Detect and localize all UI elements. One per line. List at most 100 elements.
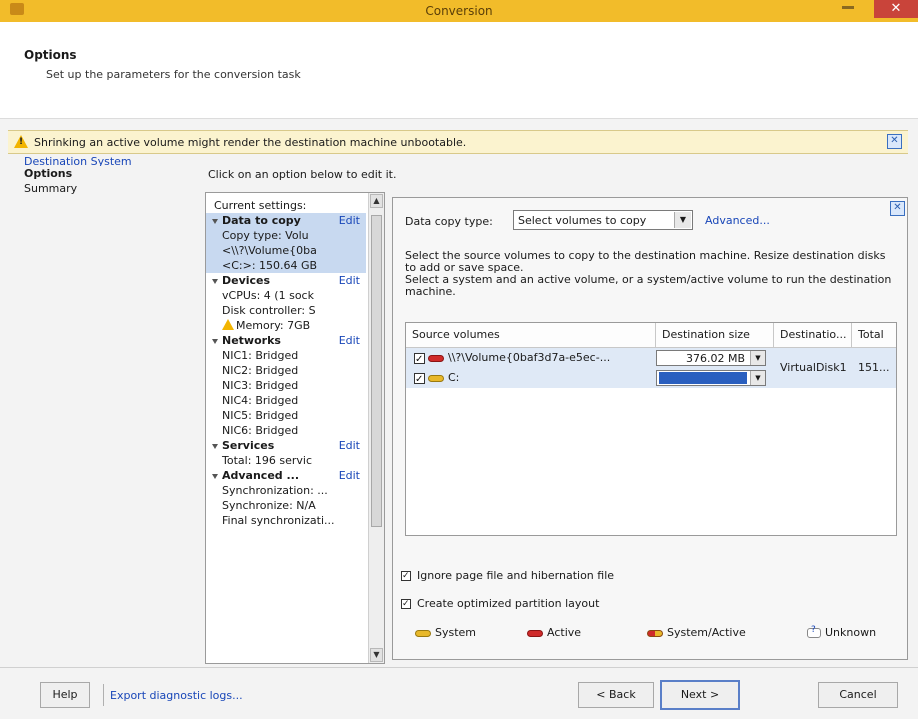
list-item: NIC1: Bridged (222, 349, 299, 362)
list-item: <\\?\Volume{0ba (222, 244, 317, 257)
scroll-down-icon[interactable]: ▼ (370, 648, 383, 662)
section-title: Data to copy (222, 214, 301, 227)
volume-name: \\?\Volume{0baf3d7a-e5ec-... (448, 351, 611, 364)
list-item: Final synchronizati... (222, 514, 335, 527)
total-size: 151... (858, 361, 890, 374)
nav-item-options[interactable]: Options (24, 166, 194, 181)
collapse-arrow-icon[interactable] (212, 338, 218, 344)
optimized-layout-option[interactable]: Create optimized partition layout (401, 596, 599, 612)
window-close-button[interactable]: ✕ (874, 0, 918, 18)
destination-size-select[interactable]: Maintain size ▼ (656, 370, 766, 386)
section-networks[interactable]: Networks Edit NIC1: Bridged NIC2: Bridged… (206, 333, 366, 438)
volume-legend: System Active System/Active Unknown (415, 625, 905, 642)
edit-link[interactable]: Edit (339, 468, 360, 483)
table-row[interactable]: C: (406, 368, 650, 388)
legend-item: Active (527, 626, 581, 639)
option-label: Create optimized partition layout (417, 597, 600, 610)
unknown-drive-icon (807, 625, 821, 638)
panel-close-icon[interactable]: ✕ (890, 201, 905, 216)
ignore-pagefile-checkbox[interactable] (401, 568, 411, 584)
instruction-text: Click on an option below to edit it. (208, 168, 397, 181)
title-bar: Conversion ✕ (0, 0, 918, 22)
volume-checkbox[interactable] (414, 370, 425, 388)
legend-label: System (435, 626, 477, 639)
active-drive-icon (428, 354, 444, 362)
footer-divider (103, 684, 104, 706)
legend-item: Unknown (807, 625, 877, 639)
chevron-down-icon[interactable]: ▼ (750, 351, 765, 365)
cancel-button[interactable]: Cancel (818, 682, 898, 708)
destination-size-select[interactable]: 376.02 MB ▼ (656, 350, 766, 366)
ignore-pagefile-option[interactable]: Ignore page file and hibernation file (401, 568, 614, 584)
warning-close-icon[interactable]: ✕ (887, 134, 902, 149)
warning-text: Shrinking an active volume might render … (34, 136, 467, 149)
system-drive-icon (428, 374, 444, 382)
system-active-drive-icon (647, 629, 663, 637)
nav-item-destination-system[interactable]: Destination System (24, 157, 194, 166)
edit-link[interactable]: Edit (339, 273, 360, 288)
page-title: Options (24, 48, 77, 62)
memory-value: Memory: 7GB (236, 319, 311, 332)
list-item: NIC6: Bridged (222, 424, 299, 437)
section-title: Networks (222, 334, 281, 347)
column-header[interactable]: Destination size (656, 323, 774, 347)
copy-type-value: Select volumes to copy (518, 214, 647, 227)
list-item: Synchronization: ... (222, 484, 328, 497)
copy-type-select[interactable]: Select volumes to copy ▼ (513, 210, 693, 230)
table-row[interactable]: \\?\Volume{0baf3d7a-e5ec-... (406, 348, 650, 368)
section-title: Devices (222, 274, 271, 287)
chevron-down-icon[interactable]: ▼ (750, 371, 765, 385)
source-volumes-table: Source volumes Destination size Destinat… (405, 322, 897, 536)
section-title: Services (222, 439, 275, 452)
section-services[interactable]: Services Edit Total: 196 servic (206, 438, 366, 468)
column-header[interactable]: Total (852, 323, 896, 347)
list-item: Memory: 7GB (206, 318, 366, 333)
nav-item-summary[interactable]: Summary (24, 181, 194, 196)
volume-name: C: (448, 371, 460, 384)
section-data-to-copy[interactable]: Data to copy Edit Copy type: Volu <\\?\Vo… (206, 213, 366, 273)
page-subtitle: Set up the parameters for the conversion… (46, 68, 301, 81)
copy-type-label: Data copy type: (405, 215, 493, 228)
edit-link[interactable]: Edit (339, 333, 360, 348)
description: Select the source volumes to copy to the… (405, 250, 895, 298)
legend-label: System/Active (667, 626, 746, 639)
legend-label: Active (547, 626, 582, 639)
warning-bar: Shrinking an active volume might render … (8, 130, 908, 154)
scroll-thumb[interactable] (371, 215, 382, 527)
minimize-button[interactable] (842, 6, 854, 9)
column-header[interactable]: Destinatio... (774, 323, 852, 347)
list-item: NIC2: Bridged (222, 364, 299, 377)
scroll-up-icon[interactable]: ▲ (370, 194, 383, 208)
list-item: NIC5: Bridged (222, 409, 299, 422)
chevron-down-icon[interactable]: ▼ (674, 212, 691, 228)
list-item: Synchronize: N/A (222, 499, 316, 512)
window-title: Conversion (425, 4, 493, 18)
advanced-link[interactable]: Advanced... (705, 214, 770, 227)
warning-icon (222, 319, 234, 330)
page-header: Options Set up the parameters for the co… (0, 22, 918, 119)
collapse-arrow-icon[interactable] (212, 443, 218, 449)
collapse-arrow-icon[interactable] (212, 473, 218, 479)
list-item: NIC3: Bridged (222, 379, 299, 392)
volume-checkbox[interactable] (414, 350, 425, 368)
legend-item: System (415, 626, 476, 639)
column-header[interactable]: Source volumes (406, 323, 656, 347)
collapse-arrow-icon[interactable] (212, 218, 218, 224)
edit-link[interactable]: Edit (339, 213, 360, 228)
settings-scrollbar[interactable]: ▲ ▼ (368, 193, 384, 663)
section-advanced[interactable]: Advanced ... Edit Synchronization: ... Sy… (206, 468, 366, 528)
size-value: Maintain size (659, 372, 747, 384)
export-logs-link[interactable]: Export diagnostic logs... (110, 689, 243, 702)
back-button[interactable]: < Back (578, 682, 654, 708)
settings-list[interactable]: Current settings: Data to copy Edit Copy … (205, 192, 385, 664)
help-button[interactable]: Help (40, 682, 90, 708)
warning-icon (14, 135, 28, 148)
wizard-steps: Destination System Options Summary (24, 157, 194, 196)
legend-label: Unknown (825, 626, 877, 639)
collapse-arrow-icon[interactable] (212, 278, 218, 284)
optimized-layout-checkbox[interactable] (401, 596, 411, 612)
section-devices[interactable]: Devices Edit vCPUs: 4 (1 sock Disk contro… (206, 273, 366, 333)
section-title: Advanced ... (222, 469, 300, 482)
edit-link[interactable]: Edit (339, 438, 360, 453)
next-button[interactable]: Next > (660, 680, 740, 710)
